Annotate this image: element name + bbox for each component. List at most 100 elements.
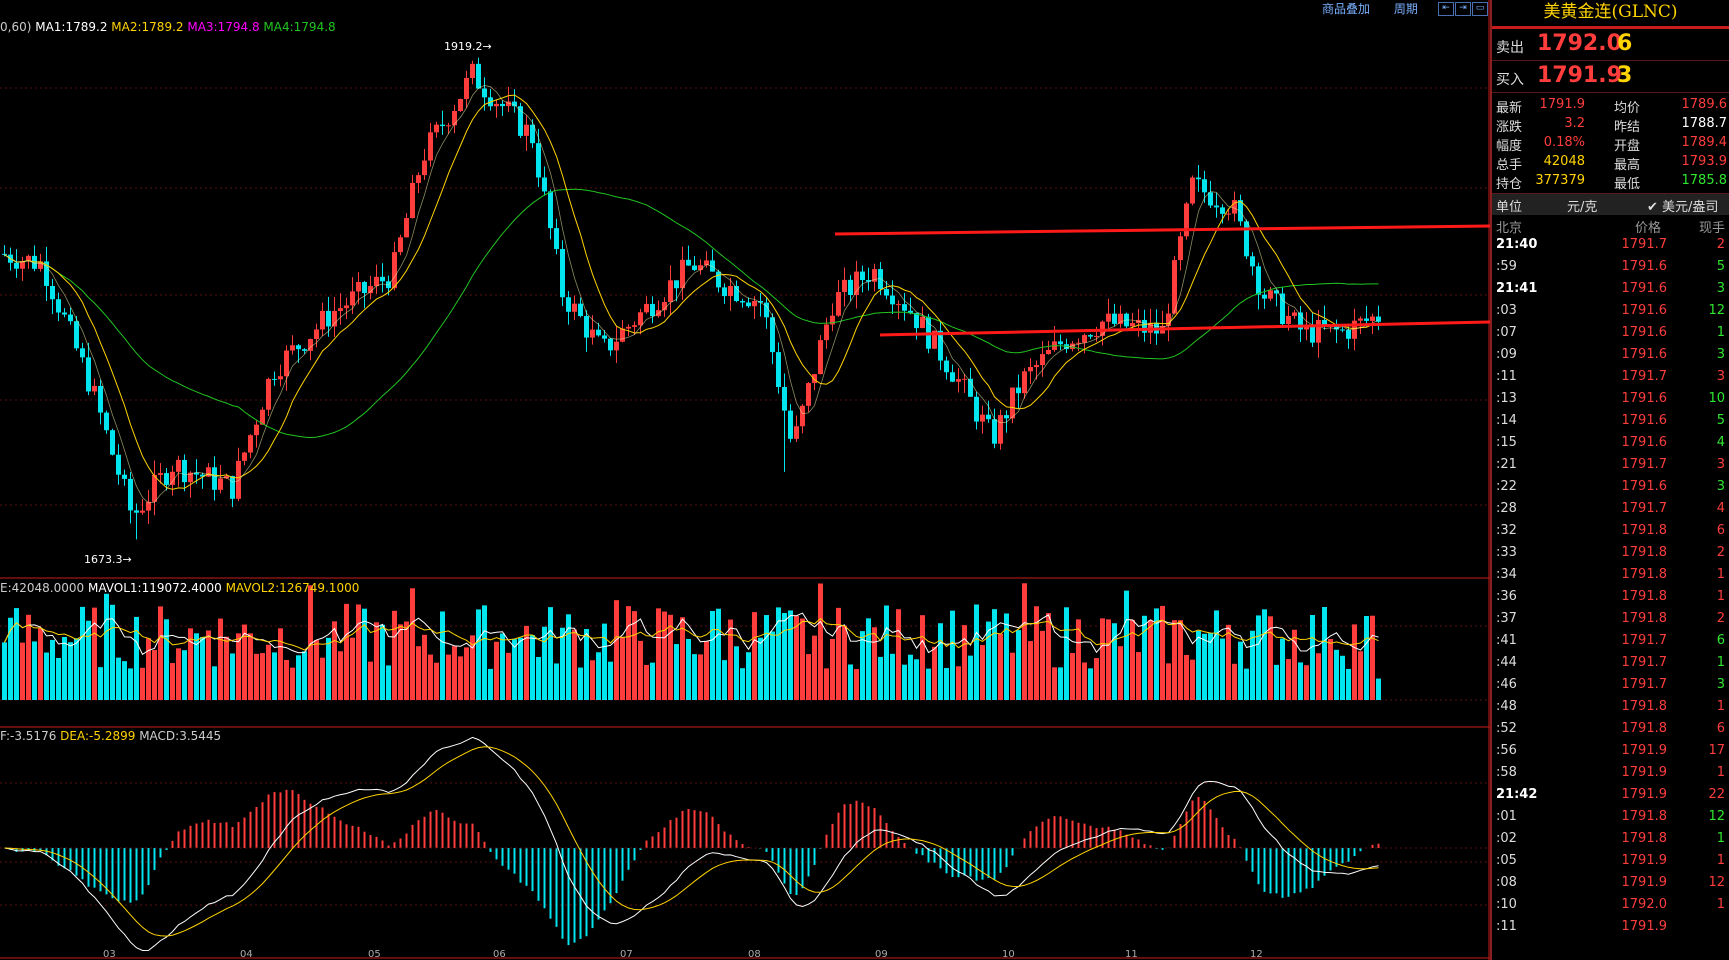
candle-body (1112, 313, 1117, 324)
candle-body (1262, 294, 1267, 299)
candle-body (644, 303, 649, 313)
tick-row[interactable]: :15 1791.6 4 (1492, 435, 1729, 457)
period-button[interactable]: 周期 (1394, 2, 1418, 16)
volume-bar (1064, 607, 1069, 700)
volume-bar (248, 633, 253, 700)
tick-row[interactable]: :13 1791.6 10 (1492, 391, 1729, 413)
macd-value: MACD:3.5445 (139, 729, 222, 743)
volume-bar (134, 616, 139, 700)
tick-time: :03 (1496, 303, 1517, 318)
candle-body (56, 299, 61, 313)
volume-bar (1226, 624, 1231, 700)
kline-chart[interactable]: 03 04 05 06 07 08 09 10 11 12 (0, 0, 1490, 960)
zoom-out-icon[interactable]: ⇤ (1438, 2, 1454, 16)
candle-body (410, 182, 415, 219)
tick-row[interactable]: :44 1791.7 1 (1492, 655, 1729, 677)
stats-block: 最新 1791.9 均价 1789.6 涨跌 3.2 昨结 1788.7 幅度 0.… (1492, 93, 1729, 194)
tick-row[interactable]: :03 1791.6 12 (1492, 303, 1729, 325)
volume-bar (794, 615, 799, 700)
tick-row[interactable]: :34 1791.8 1 (1492, 567, 1729, 589)
candle-body (1268, 290, 1273, 299)
volume-bar (824, 668, 829, 700)
diff-line (4, 736, 1379, 952)
candle-body (860, 271, 865, 281)
tick-row[interactable]: :11 1791.7 3 (1492, 369, 1729, 391)
candle-body (14, 262, 19, 269)
volume-bar (596, 652, 601, 700)
candle-body (992, 419, 997, 444)
tick-row[interactable]: :32 1791.8 6 (1492, 523, 1729, 545)
volume-bar (482, 605, 487, 700)
tick-row[interactable]: :10 1792.0 1 (1492, 897, 1729, 919)
volume-bar (380, 624, 385, 700)
candle-body (470, 63, 475, 78)
tick-row[interactable]: :48 1791.8 1 (1492, 699, 1729, 721)
tick-row[interactable]: :09 1791.6 3 (1492, 347, 1729, 369)
candle-body (536, 143, 541, 178)
candle-body (296, 345, 301, 350)
chart-area[interactable]: 03 04 05 06 07 08 09 10 11 12 0,60) MA1:1789.2 MA… (0, 0, 1490, 960)
candle-body (596, 329, 601, 336)
volume-bar (1370, 615, 1375, 700)
tick-row[interactable]: :22 1791.6 3 (1492, 479, 1729, 501)
tick-row[interactable]: :01 1791.8 12 (1492, 809, 1729, 831)
tick-qty: 17 (1708, 743, 1725, 758)
x-axis-label: 09 (875, 949, 888, 960)
tick-row[interactable]: :08 1791.9 12 (1492, 875, 1729, 897)
unit-cny-option[interactable]: 元/克 (1567, 196, 1597, 215)
ma-indicator-line: 0,60) MA1:1789.2 MA2:1789.2 MA3:1794.8 M… (0, 20, 336, 34)
candle-body (392, 252, 397, 289)
tick-time: :09 (1496, 347, 1517, 362)
tick-row[interactable]: :02 1791.8 1 (1492, 831, 1729, 853)
overlay-button[interactable]: 商品叠加 (1322, 2, 1370, 16)
tick-row[interactable]: 21:41 1791.6 3 (1492, 281, 1729, 303)
tick-row[interactable]: :58 1791.9 1 (1492, 765, 1729, 787)
volume-bar (998, 633, 1003, 700)
volume-bar (1136, 652, 1141, 700)
volume-bar (452, 646, 457, 700)
candle-body (1250, 256, 1255, 267)
tick-row[interactable]: :33 1791.8 2 (1492, 545, 1729, 567)
candle-body (986, 414, 991, 420)
tick-row[interactable]: :36 1791.8 1 (1492, 589, 1729, 611)
tick-time: :13 (1496, 391, 1517, 406)
volume-bar (1028, 641, 1033, 700)
tick-row[interactable]: :11 1791.9 (1492, 919, 1729, 941)
tick-row[interactable]: :07 1791.6 1 (1492, 325, 1729, 347)
candle-body (1058, 341, 1063, 345)
tick-row[interactable]: :21 1791.7 3 (1492, 457, 1729, 479)
volume-bar (116, 657, 121, 700)
candle-body (122, 474, 127, 479)
volume-bar (920, 615, 925, 700)
volume-bar (578, 667, 583, 700)
candle-body (1034, 365, 1039, 368)
volume-bar (1214, 610, 1219, 700)
tick-row[interactable]: :46 1791.7 3 (1492, 677, 1729, 699)
candle-body (1370, 316, 1375, 321)
tick-row[interactable]: :28 1791.7 4 (1492, 501, 1729, 523)
tick-row[interactable]: :59 1791.6 5 (1492, 259, 1729, 281)
tick-row[interactable]: :56 1791.9 17 (1492, 743, 1729, 765)
tick-time: :11 (1496, 919, 1517, 934)
volume-bar (512, 639, 517, 700)
tick-qty: 3 (1716, 677, 1725, 692)
tick-price: 1791.6 (1621, 435, 1668, 450)
tick-row[interactable]: 21:42 1791.9 22 (1492, 787, 1729, 809)
tick-row[interactable]: :41 1791.7 6 (1492, 633, 1729, 655)
zoom-in-icon[interactable]: ⇥ (1455, 2, 1471, 16)
volume-bar (38, 628, 43, 700)
tick-row[interactable]: :05 1791.9 1 (1492, 853, 1729, 875)
volume-bar (368, 661, 373, 700)
unit-usd-option[interactable]: ✔ 美元/盎司 (1647, 196, 1718, 215)
tick-row[interactable]: :14 1791.6 5 (1492, 413, 1729, 435)
restore-icon[interactable]: ▭ (1472, 2, 1488, 16)
volume-bar (554, 663, 559, 700)
candle-body (974, 396, 979, 422)
candle-body (1040, 354, 1045, 366)
tick-row[interactable]: :37 1791.8 2 (1492, 611, 1729, 633)
candle-body (752, 300, 757, 307)
candle-body (554, 228, 559, 250)
tick-row[interactable]: :52 1791.8 6 (1492, 721, 1729, 743)
tick-row[interactable]: 21:40 1791.7 2 (1492, 237, 1729, 259)
volume-bar (836, 607, 841, 700)
